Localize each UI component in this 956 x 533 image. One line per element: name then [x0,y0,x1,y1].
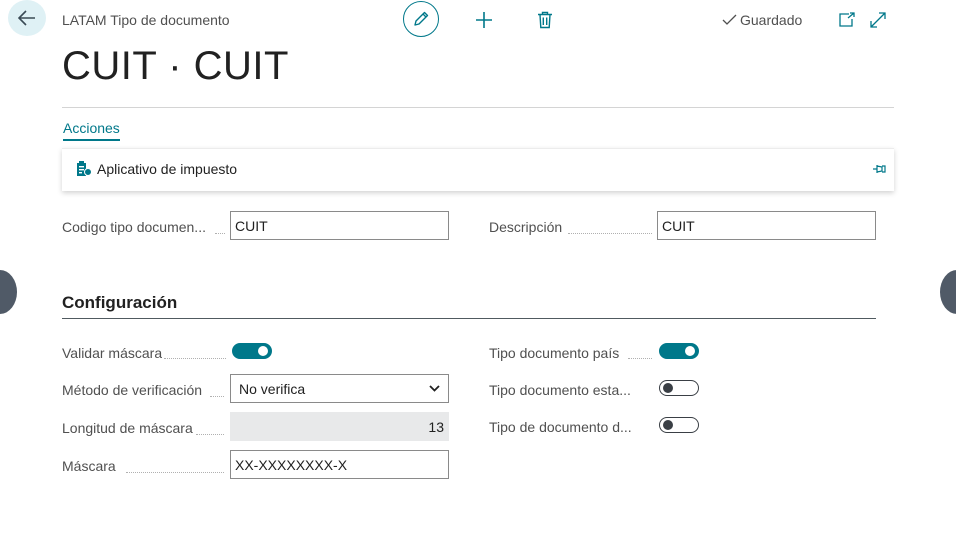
country-doc-type-dots [628,358,652,359]
pencil-icon [414,11,429,26]
toggle-knob [258,346,268,356]
state-doc-type-label: Tipo documento esta... [489,382,631,398]
breadcrumb: LATAM Tipo de documento [62,12,230,28]
back-button[interactable] [8,0,46,36]
description-input[interactable]: CUIT [657,211,876,240]
open-in-new-window-icon [839,12,855,27]
state-doc-type-toggle[interactable] [659,380,699,396]
validate-mask-toggle[interactable] [232,343,272,359]
saved-label: Guardado [740,12,803,28]
mask-length-value: 13 [230,412,449,441]
title-divider [62,107,894,108]
verification-method-dots [210,396,224,397]
mask-dots [126,472,224,473]
validate-mask-dots [164,358,226,359]
tax-app-icon [77,161,92,176]
previous-record-button[interactable] [0,270,17,314]
country-doc-type-label: Tipo documento país [489,345,620,361]
description-label: Descripción [489,219,563,235]
verification-method-label: Método de verificación [62,382,203,398]
arrow-left-icon [18,10,35,26]
toggle-knob [663,420,673,430]
code-label: Codigo tipo documen... [62,219,206,235]
plus-icon [476,12,492,28]
action-label: Aplicativo de impuesto [97,161,238,177]
mask-label: Máscara [62,458,116,474]
tab-actions[interactable]: Acciones [63,120,120,141]
verification-method-value: No verifica [239,380,306,397]
expand-button[interactable] [866,8,890,32]
verification-method-select[interactable]: No verifica [230,374,449,403]
action-bar: Aplicativo de impuesto [62,148,894,191]
code-input[interactable]: CUIT [230,211,449,240]
page-title: CUIT · CUIT [62,44,289,88]
mask-input[interactable]: XX-XXXXXXXX-X [230,450,449,479]
toggle-knob [663,383,673,393]
next-record-button[interactable] [940,270,956,314]
checkmark-icon [722,14,737,25]
action-tax-application[interactable]: Aplicativo de impuesto [76,161,237,177]
saved-status: Guardado [722,12,802,28]
expand-icon [870,12,886,28]
section-divider [62,318,876,319]
mask-length-dots [196,434,224,435]
country-doc-type-toggle[interactable] [659,343,699,359]
code-dots [215,233,225,234]
open-new-window-button[interactable] [835,8,859,32]
description-dots [568,233,652,234]
doc-type-d-label: Tipo de documento d... [489,419,632,435]
new-button[interactable] [472,8,496,32]
mask-length-label: Longitud de máscara [62,420,193,436]
doc-type-d-toggle[interactable] [659,417,699,433]
validate-mask-label: Validar máscara [62,345,163,361]
delete-button[interactable] [533,8,557,32]
edit-button[interactable] [403,1,439,37]
pin-button[interactable] [872,162,888,181]
toggle-knob [685,346,695,356]
pin-icon [873,165,886,173]
trash-icon [538,11,552,29]
section-title-configuration: Configuración [62,293,178,312]
chevron-down-icon [429,385,440,392]
